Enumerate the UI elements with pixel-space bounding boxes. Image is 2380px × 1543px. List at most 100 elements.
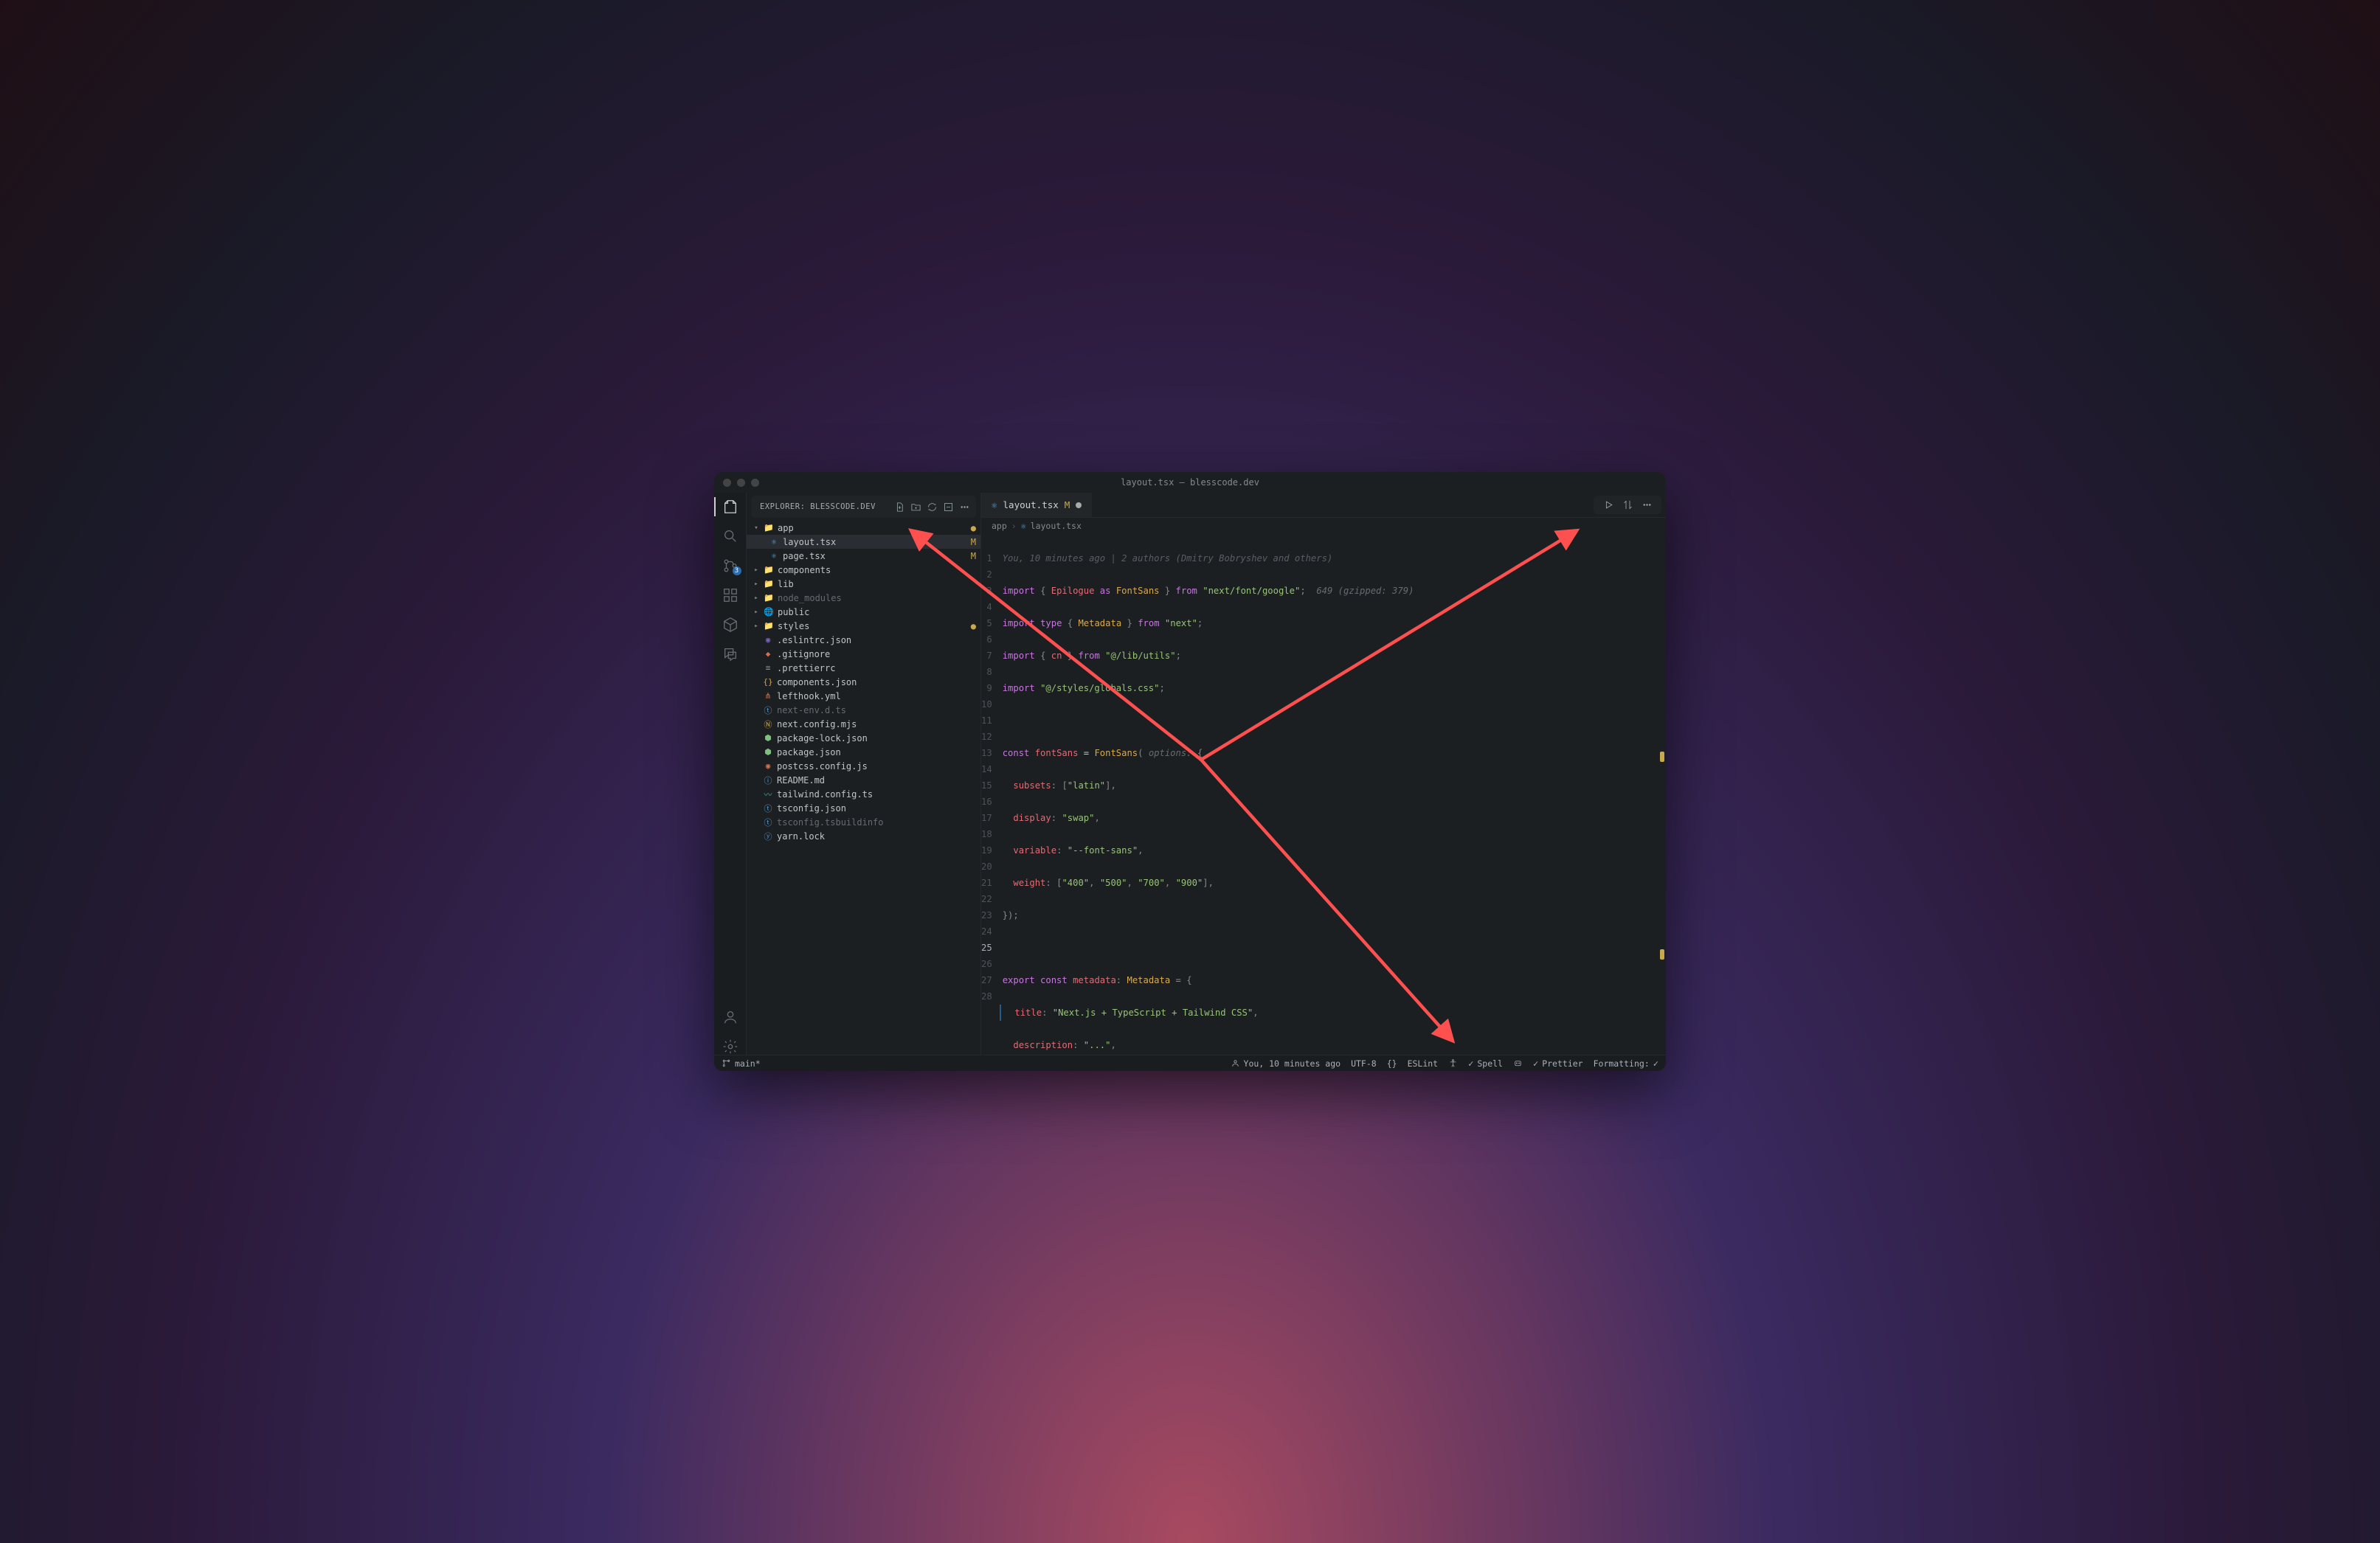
chevron-right-icon: ›: [1011, 521, 1017, 531]
tab-modified-label: M: [1065, 499, 1070, 510]
file-tsbuildinfo[interactable]: ⓣtsconfig.tsbuildinfo: [747, 815, 980, 829]
file-nextenv[interactable]: ⓣnext-env.d.ts: [747, 703, 980, 717]
file-prettierrc[interactable]: ≡.prettierrc: [747, 661, 980, 675]
editor-actions: [1594, 496, 1661, 514]
zoom-traffic-icon[interactable]: [751, 479, 759, 487]
folder-icon: 📁: [764, 593, 774, 603]
file-postcss[interactable]: ◉postcss.config.js: [747, 759, 980, 773]
status-braces[interactable]: {}: [1387, 1058, 1397, 1069]
vscode-window: layout.tsx — blesscode.dev 3: [714, 472, 1666, 1071]
status-a11y[interactable]: [1448, 1058, 1458, 1068]
new-file-icon[interactable]: [893, 501, 905, 513]
status-encoding[interactable]: UTF-8: [1351, 1058, 1377, 1069]
line-gutter: 1234567891011121314151617181920212223242…: [981, 534, 1000, 1055]
close-traffic-icon[interactable]: [723, 479, 731, 487]
status-bar: main* You, 10 minutes ago UTF-8 {} ESLin…: [714, 1055, 1666, 1071]
chat-activity-icon[interactable]: [722, 646, 738, 662]
search-activity-icon[interactable]: [722, 528, 738, 544]
editor-group: ⚛ layout.tsx M app › ⚛ layout.tsx: [981, 493, 1666, 1055]
file-eslintrc[interactable]: ◉.eslintrc.json: [747, 633, 980, 647]
settings-activity-icon[interactable]: [722, 1039, 738, 1055]
file-layout-tsx[interactable]: ⚛layout.tsxM: [747, 535, 980, 549]
window-title: layout.tsx — blesscode.dev: [714, 477, 1666, 488]
react-file-icon: ⚛: [769, 551, 779, 561]
tab-layout-tsx[interactable]: ⚛ layout.tsx M: [981, 493, 1093, 517]
file-readme[interactable]: ⓘREADME.md: [747, 773, 980, 787]
file-components-json[interactable]: {}components.json: [747, 675, 980, 689]
crumb-folder[interactable]: app: [992, 521, 1007, 531]
file-tsconfig[interactable]: ⓣtsconfig.json: [747, 801, 980, 815]
folder-icon: 🌐: [764, 607, 774, 617]
explorer-header: EXPLORER: BLESSCODE.DEV: [751, 496, 976, 518]
react-file-icon: ⚛: [769, 537, 779, 547]
overview-ruler[interactable]: [1658, 564, 1664, 1034]
status-spell[interactable]: ✓Spell: [1468, 1058, 1503, 1069]
crumb-file[interactable]: layout.tsx: [1031, 521, 1082, 531]
check-icon: ✓: [1533, 1058, 1538, 1069]
folder-public[interactable]: ▸🌐public: [747, 605, 980, 619]
collapse-icon[interactable]: [942, 501, 954, 513]
file-pkglock[interactable]: ⬢package-lock.json: [747, 731, 980, 745]
folder-app[interactable]: ▾📁app●: [747, 521, 980, 535]
yml-file-icon: ⋔: [763, 691, 773, 701]
status-eslint[interactable]: ESLint: [1408, 1058, 1439, 1069]
file-nextconfig[interactable]: Ⓝnext.config.mjs: [747, 717, 980, 731]
copilot-icon: [1513, 1058, 1523, 1068]
md-file-icon: ⓘ: [763, 775, 773, 786]
split-diff-icon[interactable]: [1622, 499, 1633, 511]
more-icon[interactable]: [958, 501, 970, 513]
folder-lib[interactable]: ▸📁lib: [747, 577, 980, 591]
react-file-icon: ⚛: [1021, 521, 1026, 531]
explorer-sidebar: EXPLORER: BLESSCODE.DEV ▾📁app● ⚛layout.t…: [747, 493, 981, 1055]
folder-styles[interactable]: ▸📁styles●: [747, 619, 980, 633]
folder-icon: 📁: [764, 523, 774, 533]
breadcrumbs[interactable]: app › ⚛ layout.tsx: [981, 518, 1666, 534]
refresh-icon[interactable]: [926, 501, 938, 513]
folder-icon: 📁: [764, 621, 774, 631]
file-tree[interactable]: ▾📁app● ⚛layout.tsxM ⚛page.tsxM ▸📁compone…: [747, 519, 980, 1055]
branch-icon: [722, 1058, 731, 1068]
folder-node-modules[interactable]: ▸📁node_modules: [747, 591, 980, 605]
file-tailwind[interactable]: 〰tailwind.config.ts: [747, 787, 980, 801]
code-content[interactable]: You, 10 minutes ago | 2 authors (Dmitry …: [1000, 534, 1666, 1055]
extensions-activity-icon[interactable]: [722, 587, 738, 603]
folder-components[interactable]: ▸📁components: [747, 563, 980, 577]
file-lefthook[interactable]: ⋔lefthook.yml: [747, 689, 980, 703]
folder-icon: 📁: [764, 565, 774, 575]
json-file-icon: ⬢: [763, 733, 773, 743]
code-editor[interactable]: 1234567891011121314151617181920212223242…: [981, 534, 1666, 1055]
check-icon: ✓: [1653, 1058, 1658, 1069]
tailwind-file-icon: 〰: [763, 789, 773, 800]
file-pkg[interactable]: ⬢package.json: [747, 745, 980, 759]
file-yarnlock[interactable]: ⓨyarn.lock: [747, 829, 980, 843]
status-prettier[interactable]: ✓Prettier: [1533, 1058, 1583, 1069]
check-icon: ✓: [1468, 1058, 1473, 1069]
account-activity-icon[interactable]: [722, 1009, 738, 1025]
ts-file-icon: ⓣ: [763, 705, 773, 715]
activity-bar: 3: [714, 493, 747, 1055]
scm-badge: 3: [733, 566, 741, 575]
react-file-icon: ⚛: [992, 499, 997, 510]
tab-title: layout.tsx: [1003, 499, 1059, 510]
status-blame[interactable]: You, 10 minutes ago: [1231, 1058, 1341, 1069]
prettier-file-icon: ≡: [763, 663, 773, 673]
status-formatting[interactable]: Formatting: ✓: [1594, 1058, 1658, 1069]
minimize-traffic-icon[interactable]: [737, 479, 745, 487]
new-folder-icon[interactable]: [910, 501, 921, 513]
eslint-file-icon: ◉: [763, 635, 773, 645]
yarn-file-icon: ⓨ: [763, 831, 773, 842]
titlebar[interactable]: layout.tsx — blesscode.dev: [714, 472, 1666, 493]
explorer-activity-icon[interactable]: [722, 499, 738, 515]
packages-activity-icon[interactable]: [722, 617, 738, 633]
file-gitignore[interactable]: ◆.gitignore: [747, 647, 980, 661]
ts-file-icon: ⓣ: [763, 817, 773, 828]
tab-bar: ⚛ layout.tsx M: [981, 493, 1666, 518]
status-branch[interactable]: main*: [722, 1058, 761, 1069]
dirty-dot-icon: [1076, 502, 1082, 508]
traffic-lights[interactable]: [723, 479, 759, 487]
more-actions-icon[interactable]: [1641, 499, 1653, 511]
file-page-tsx[interactable]: ⚛page.tsxM: [747, 549, 980, 563]
scm-activity-icon[interactable]: 3: [722, 558, 738, 574]
status-copilot[interactable]: [1513, 1058, 1523, 1068]
run-icon[interactable]: [1602, 499, 1614, 511]
